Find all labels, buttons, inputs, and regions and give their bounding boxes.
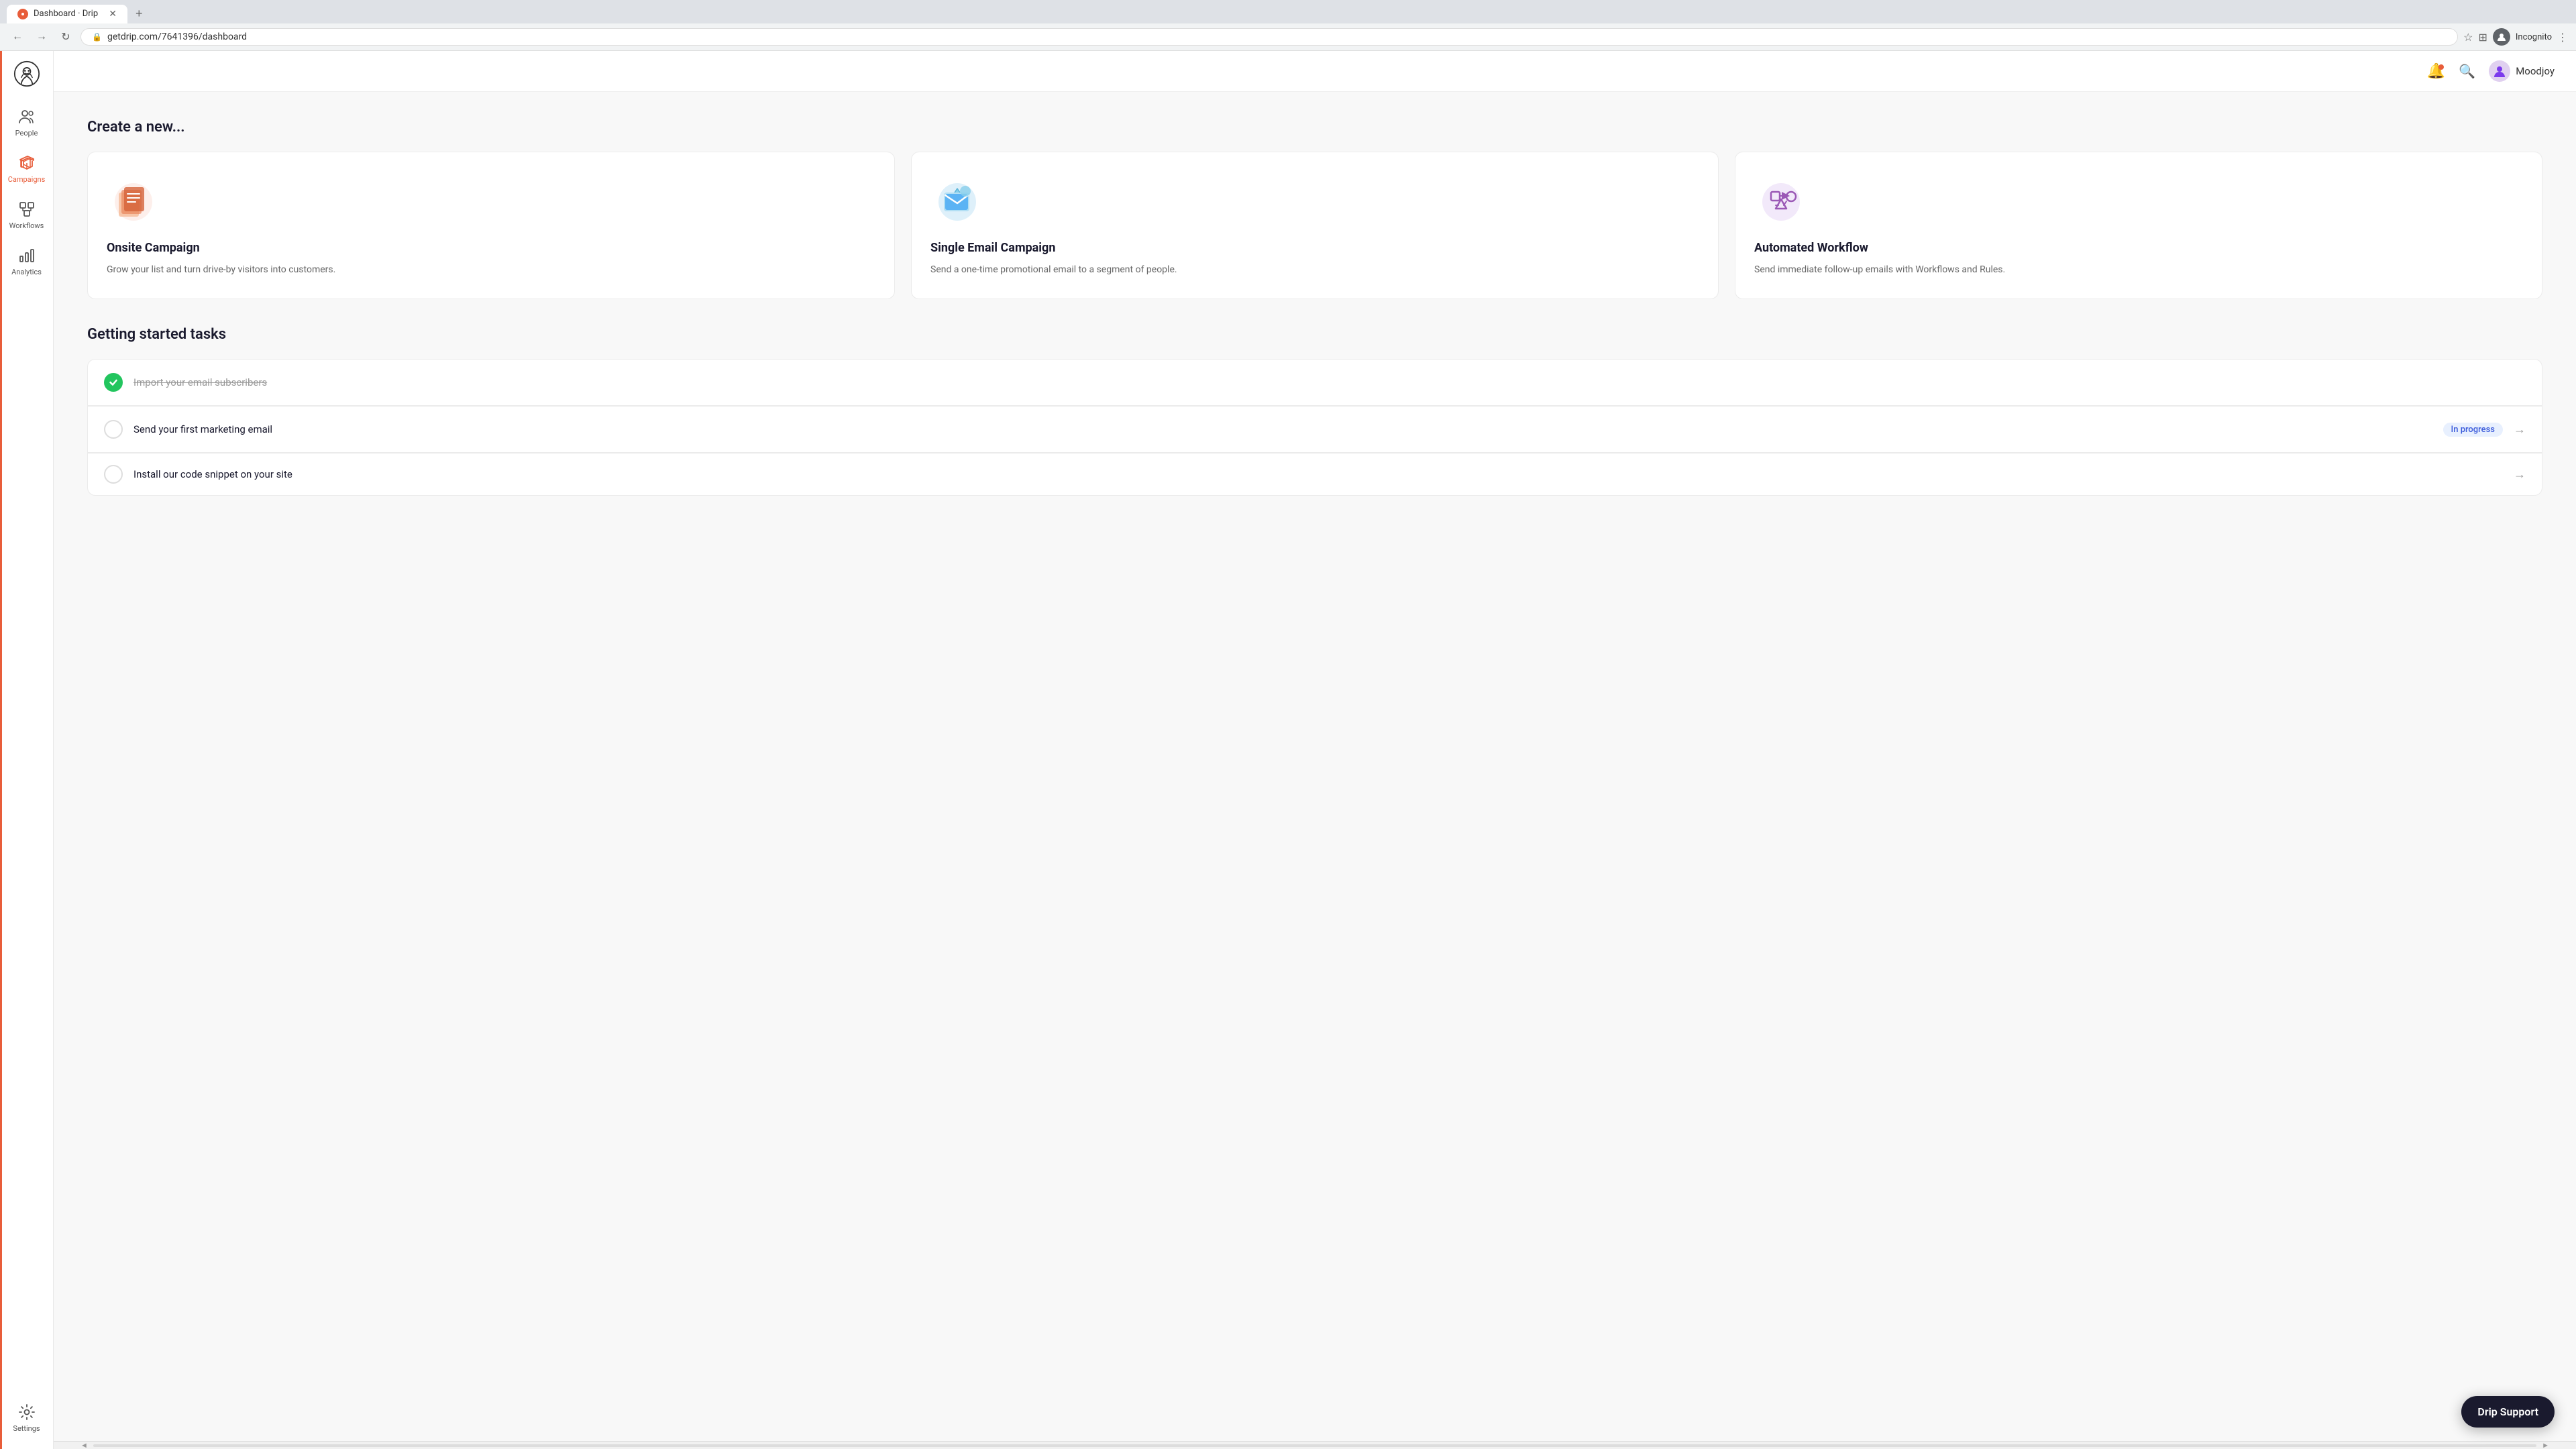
- workflows-icon: [17, 200, 36, 219]
- sidebar: People Campaigns: [0, 51, 54, 1449]
- task-import-label: Import your email subscribers: [133, 376, 2526, 388]
- browser-nav-right: ☆ ⊞ Incognito ⋮: [2463, 28, 2568, 46]
- workflow-card-title: Automated Workflow: [1754, 241, 2523, 255]
- workflows-label: Workflows: [9, 221, 44, 230]
- people-label: People: [15, 129, 38, 138]
- create-heading: Create a new...: [87, 119, 2542, 136]
- tab-close-button[interactable]: ✕: [109, 9, 117, 19]
- single-email-icon: [930, 174, 984, 227]
- single-email-card-desc: Send a one-time promotional email to a s…: [930, 263, 1699, 277]
- user-menu[interactable]: Moodjoy: [2489, 60, 2555, 82]
- tasks-section: Import your email subscribers Send your …: [87, 359, 2542, 496]
- forward-button[interactable]: →: [32, 28, 51, 46]
- task-marketing-label: Send your first marketing email: [133, 423, 2432, 435]
- menu-icon[interactable]: ⋮: [2557, 31, 2568, 44]
- automated-workflow-icon: [1754, 174, 1808, 227]
- grid-icon[interactable]: ⊞: [2478, 31, 2487, 44]
- back-button[interactable]: ←: [8, 28, 27, 46]
- analytics-label: Analytics: [11, 268, 42, 276]
- task-import-subscribers[interactable]: Import your email subscribers: [87, 359, 2542, 406]
- task-arrow-icon: →: [2514, 423, 2526, 437]
- sidebar-logo[interactable]: [11, 58, 43, 90]
- scroll-right-arrow[interactable]: ►: [2542, 1441, 2549, 1449]
- task-snippet-label: Install our code snippet on your site: [133, 468, 2503, 480]
- address-bar[interactable]: 🔒 getdrip.com/7641396/dashboard: [80, 28, 2458, 46]
- sidebar-item-analytics[interactable]: Analytics: [3, 239, 50, 283]
- incognito-label: Incognito: [2516, 32, 2552, 42]
- notification-dot: [2438, 64, 2444, 70]
- task-in-progress-badge: In progress: [2443, 423, 2503, 437]
- single-email-card-title: Single Email Campaign: [930, 241, 1699, 255]
- browser-titlebar: Dashboard · Drip ✕ +: [0, 0, 2576, 23]
- browser-chrome: Dashboard · Drip ✕ + ← → ↻ 🔒 getdrip.com…: [0, 0, 2576, 51]
- star-icon[interactable]: ☆: [2463, 31, 2473, 44]
- settings-icon: [17, 1403, 36, 1421]
- scrollbar-track[interactable]: [93, 1444, 2536, 1447]
- task-check-marketing: [104, 420, 123, 439]
- notification-bell-wrapper[interactable]: 🔔: [2427, 63, 2445, 80]
- onsite-campaign-icon: [107, 174, 160, 227]
- bottom-scrollbar[interactable]: ◄ ►: [54, 1441, 2576, 1449]
- task-check-import: [104, 373, 123, 392]
- new-tab-button[interactable]: +: [130, 4, 148, 23]
- tasks-heading: Getting started tasks: [87, 326, 2542, 343]
- browser-tab[interactable]: Dashboard · Drip ✕: [7, 5, 127, 23]
- scroll-left-arrow[interactable]: ◄: [80, 1441, 88, 1449]
- onsite-card-title: Onsite Campaign: [107, 241, 875, 255]
- workflow-card-desc: Send immediate follow-up emails with Wor…: [1754, 263, 2523, 277]
- app-container: People Campaigns: [0, 51, 2576, 1449]
- task-install-snippet[interactable]: Install our code snippet on your site →: [87, 453, 2542, 496]
- sidebar-item-settings[interactable]: Settings: [3, 1396, 50, 1440]
- card-single-email[interactable]: Single Email Campaign Send a one-time pr…: [911, 152, 1719, 299]
- drip-support-button[interactable]: Drip Support: [2461, 1396, 2555, 1428]
- incognito-avatar: [2493, 28, 2510, 46]
- avatar: [2489, 60, 2510, 82]
- refresh-button[interactable]: ↻: [56, 28, 75, 46]
- top-header: 🔔 🔍 Moodjoy: [54, 51, 2576, 92]
- cards-row: Onsite Campaign Grow your list and turn …: [87, 152, 2542, 299]
- campaigns-icon: [17, 154, 36, 172]
- tab-title-text: Dashboard · Drip: [34, 9, 98, 19]
- people-icon: [17, 107, 36, 126]
- sidebar-item-campaigns[interactable]: Campaigns: [3, 147, 50, 191]
- sidebar-item-workflows[interactable]: Workflows: [3, 193, 50, 237]
- card-onsite-campaign[interactable]: Onsite Campaign Grow your list and turn …: [87, 152, 895, 299]
- campaigns-label: Campaigns: [8, 175, 46, 184]
- browser-nav: ← → ↻ 🔒 getdrip.com/7641396/dashboard ☆ …: [0, 23, 2576, 51]
- card-automated-workflow[interactable]: Automated Workflow Send immediate follow…: [1735, 152, 2542, 299]
- app-wrapper: 🔔 🔍 Moodjoy Create a new...: [54, 51, 2576, 1449]
- lock-icon: 🔒: [92, 32, 102, 42]
- main-content: Create a new...: [54, 92, 2576, 1441]
- tab-favicon: [17, 9, 28, 19]
- task-send-marketing[interactable]: Send your first marketing email In progr…: [87, 406, 2542, 453]
- settings-label: Settings: [13, 1424, 40, 1433]
- task-check-snippet: [104, 465, 123, 484]
- url-text: getdrip.com/7641396/dashboard: [107, 32, 247, 42]
- sidebar-item-people[interactable]: People: [3, 101, 50, 144]
- analytics-icon: [17, 246, 36, 265]
- task-snippet-arrow: →: [2514, 468, 2526, 482]
- search-icon[interactable]: 🔍: [2459, 63, 2475, 79]
- onsite-card-desc: Grow your list and turn drive-by visitor…: [107, 263, 875, 277]
- user-name: Moodjoy: [2516, 65, 2555, 77]
